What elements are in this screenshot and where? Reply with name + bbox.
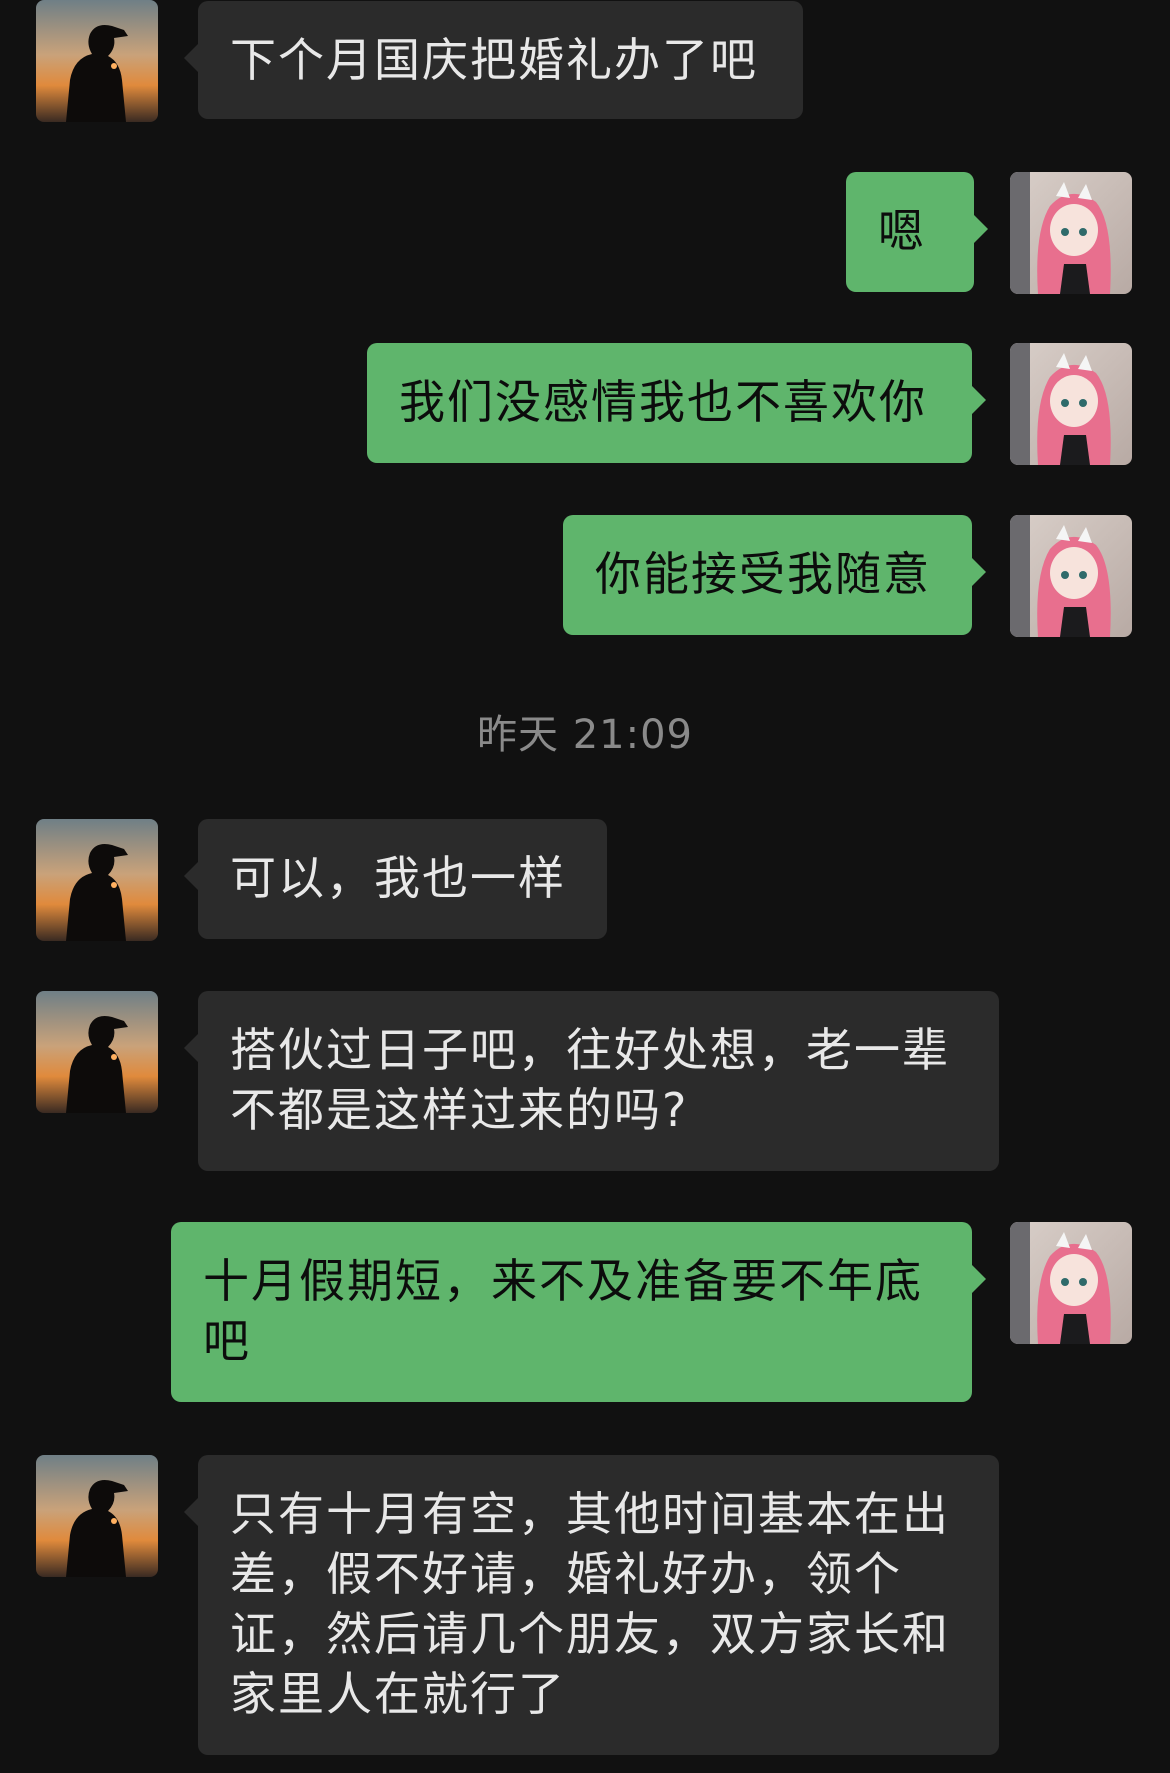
message-bubble[interactable]: 可以，我也一样	[184, 819, 607, 939]
silhouette-avatar[interactable]	[36, 0, 158, 122]
anime-girl-avatar[interactable]	[1010, 515, 1132, 637]
anime-girl-avatar[interactable]	[1010, 1222, 1132, 1344]
message-row: 只有十月有空，其他时间基本在出差，假不好请，婚礼好办，领个证，然后请几个朋友，双…	[0, 1455, 1170, 1759]
message-bubble[interactable]: 你能接受我随意	[563, 515, 986, 635]
silhouette-avatar[interactable]	[36, 991, 158, 1113]
message-bubble[interactable]: 只有十月有空，其他时间基本在出差，假不好请，婚礼好办，领个证，然后请几个朋友，双…	[184, 1455, 999, 1755]
message-bubble[interactable]: 十月假期短，来不及准备要不年底吧	[171, 1222, 986, 1402]
silhouette-avatar[interactable]	[36, 1455, 158, 1577]
timestamp-divider: 昨天 21:09	[477, 712, 693, 758]
message-row: 嗯	[0, 172, 1170, 297]
message-row: 搭伙过日子吧，往好处想，老一辈不都是这样过来的吗?	[0, 991, 1170, 1171]
message-row: 可以，我也一样	[0, 819, 1170, 944]
message-row: 十月假期短，来不及准备要不年底吧	[0, 1222, 1170, 1404]
anime-girl-avatar[interactable]	[1010, 172, 1132, 294]
silhouette-avatar[interactable]	[36, 819, 158, 941]
message-row: 我们没感情我也不喜欢你	[0, 343, 1170, 468]
message-bubble[interactable]: 嗯	[846, 172, 988, 292]
message-row: 下个月国庆把婚礼办了吧	[0, 0, 1170, 125]
message-bubble[interactable]: 下个月国庆把婚礼办了吧	[184, 1, 803, 119]
message-bubble[interactable]: 我们没感情我也不喜欢你	[367, 343, 986, 463]
message-bubble[interactable]: 搭伙过日子吧，往好处想，老一辈不都是这样过来的吗?	[184, 991, 999, 1171]
anime-girl-avatar[interactable]	[1010, 343, 1132, 465]
message-row: 你能接受我随意	[0, 515, 1170, 640]
